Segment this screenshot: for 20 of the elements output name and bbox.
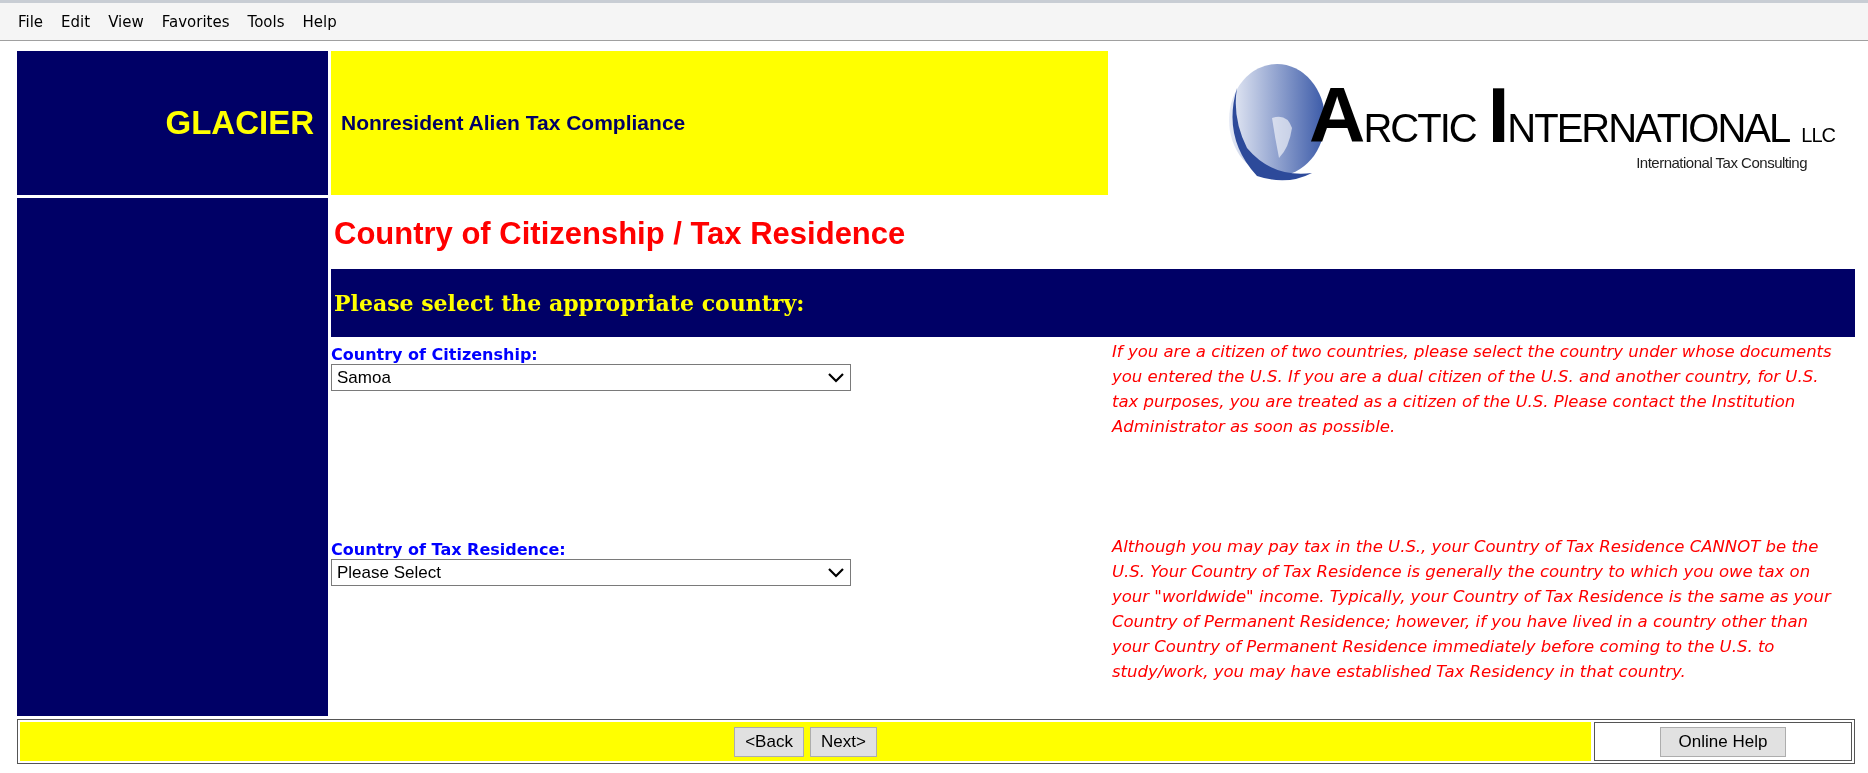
menu-item[interactable]: File bbox=[10, 10, 52, 33]
help-text: If you are a citizen of two countries, please select the country under whose documents you entered the U.S. If you are a dual citizen of the U.S. and another country, for U.S. tax purposes, you are treated as a citizen of the U.S. Please contact the Institution Administrator as soon as possible. bbox=[1112, 341, 1833, 438]
menu-item[interactable]: Favorites bbox=[153, 10, 238, 33]
online-help-button[interactable]: Online Help bbox=[1659, 726, 1787, 757]
help-text: Although you may pay tax in the U.S., your Country of Tax Residence CANNOT be the U.S. Your Country of Tax Residence is generally the country to which you owe tax on your "worldwide" income. Typically, your Country of Tax Residence is the same as your Country of Permanent Residence; however, if you have lived in a country other than your Country of Permanent Residence immediately before coming to the U.S. to study/work, you may have established Tax Residency in that country. bbox=[1112, 536, 1833, 683]
menu-item[interactable]: Tools bbox=[239, 10, 293, 33]
menu-item[interactable]: Help bbox=[294, 10, 345, 33]
country-dropdown[interactable]: Samoa bbox=[331, 364, 851, 391]
nav-button[interactable]: Next> bbox=[809, 726, 877, 757]
menu-item[interactable]: Edit bbox=[53, 10, 99, 33]
field-label: Country of Citizenship: bbox=[331, 345, 539, 364]
nav-button[interactable]: <Back bbox=[734, 726, 804, 757]
logo-tagline: International Tax Consulting bbox=[1636, 153, 1807, 171]
section-heading: Please select the appropriate country: bbox=[334, 290, 805, 316]
brand-name: GLACIER bbox=[165, 104, 314, 142]
country-dropdown[interactable]: Please Select bbox=[331, 559, 851, 586]
field-label: Country of Tax Residence: bbox=[331, 540, 567, 559]
page-title: Country of Citizenship / Tax Residence bbox=[334, 215, 906, 252]
subtitle: Nonresident Alien Tax Compliance bbox=[341, 111, 686, 135]
menu-item[interactable]: View bbox=[100, 10, 152, 33]
